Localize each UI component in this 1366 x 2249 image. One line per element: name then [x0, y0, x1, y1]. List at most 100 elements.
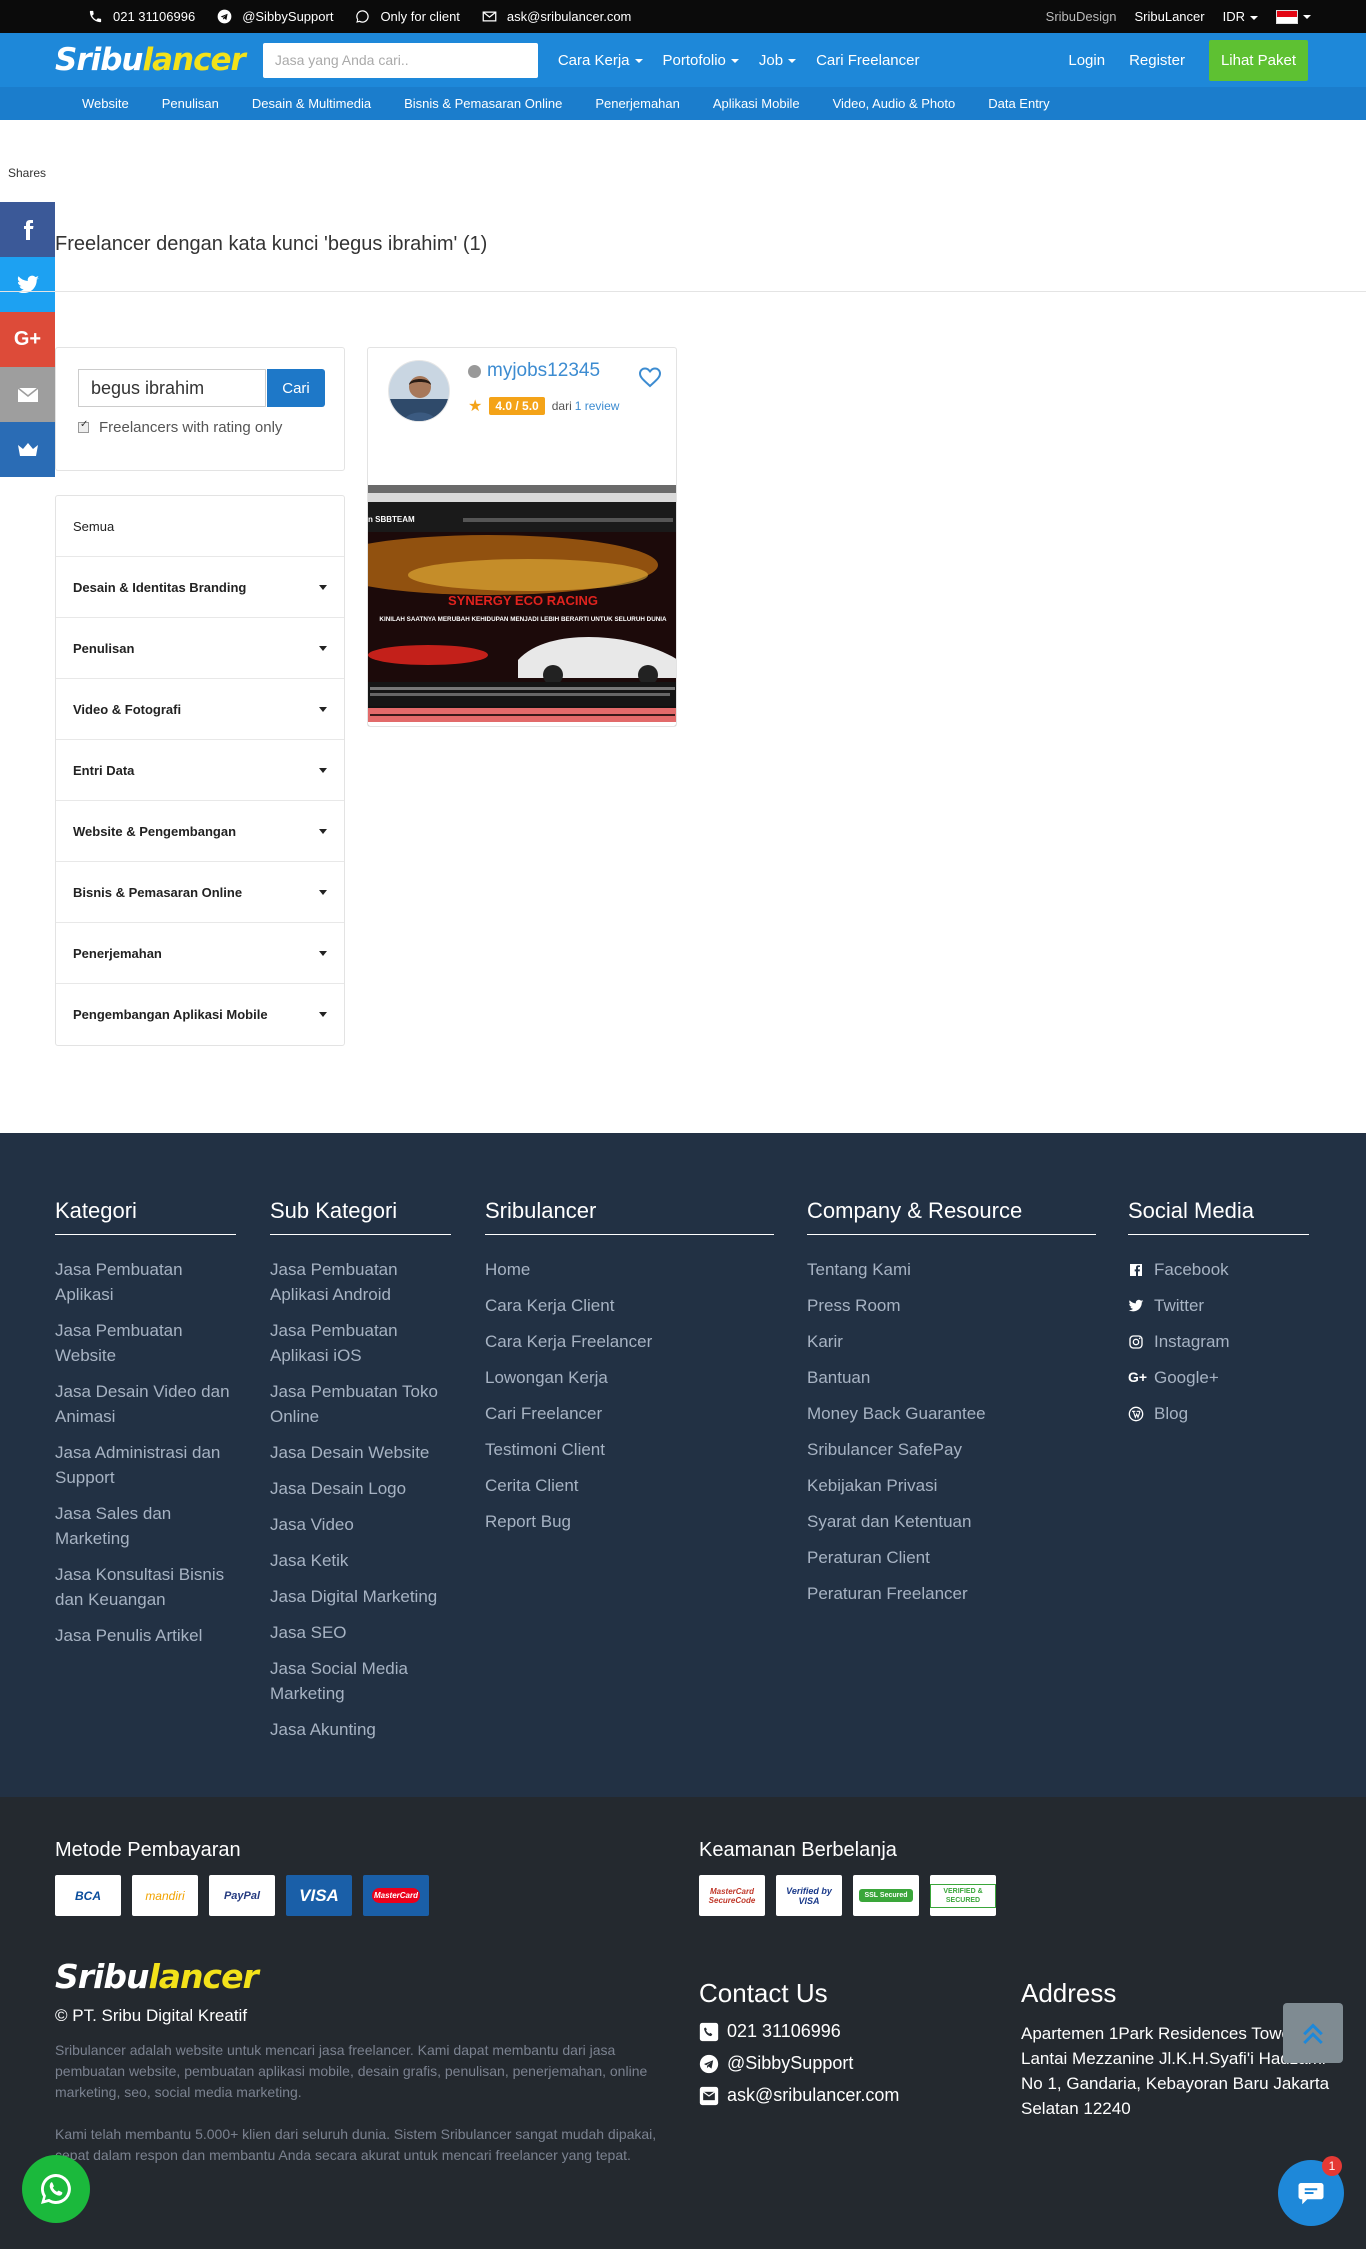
sribulancer-logo[interactable]: Sribulancer [55, 42, 246, 78]
footer-link[interactable]: Jasa Desain Website [270, 1440, 451, 1465]
footer-link[interactable]: Jasa Pembuatan Aplikasi iOS [270, 1318, 451, 1368]
footer-link[interactable]: Jasa Digital Marketing [270, 1584, 451, 1609]
language-dropdown[interactable] [1276, 9, 1311, 25]
sribudesign-link[interactable]: SribuDesign [1046, 9, 1117, 24]
rating-only-checkbox[interactable]: Freelancers with rating only [78, 419, 322, 436]
freelancer-username[interactable]: myjobs12345 [468, 360, 600, 382]
contact-email[interactable]: ask@sribulancer.com [699, 2085, 899, 2106]
subnav-penulisan[interactable]: Penulisan [162, 96, 219, 111]
footer-link[interactable]: Tentang Kami [807, 1257, 1096, 1282]
cari-button[interactable]: Cari [267, 369, 325, 407]
heart-icon[interactable] [638, 366, 662, 388]
category-aplikasi-mobile[interactable]: Pengembangan Aplikasi Mobile [56, 984, 344, 1045]
search-input[interactable] [262, 42, 538, 78]
contact-phone[interactable]: 021 31106996 [699, 2021, 899, 2042]
footer-link[interactable]: Kebijakan Privasi [807, 1473, 1096, 1498]
footer-link[interactable]: Cari Freelancer [485, 1401, 774, 1426]
footer-link[interactable]: Jasa Video [270, 1512, 451, 1537]
category-bisnis[interactable]: Bisnis & Pemasaran Online [56, 862, 344, 923]
footer-link[interactable]: Jasa Konsultasi Bisnis dan Keuangan [55, 1562, 236, 1612]
subnav-aplikasi-mobile[interactable]: Aplikasi Mobile [713, 96, 800, 111]
footer-link[interactable]: Jasa Pembuatan Website [55, 1318, 236, 1368]
footer-link[interactable]: Syarat dan Ketentuan [807, 1509, 1096, 1534]
review-link[interactable]: 1 review [575, 399, 620, 413]
footer-link[interactable]: Jasa Akunting [270, 1717, 451, 1742]
footer-link[interactable]: Jasa Pembuatan Aplikasi Android [270, 1257, 451, 1307]
back-to-top-button[interactable] [1283, 2003, 1343, 2063]
footer-link[interactable]: Peraturan Client [807, 1545, 1096, 1570]
subnav-bisnis-pemasaran[interactable]: Bisnis & Pemasaran Online [404, 96, 562, 111]
footer-link[interactable]: Cara Kerja Client [485, 1293, 774, 1318]
footer-link[interactable]: Testimoni Client [485, 1437, 774, 1462]
share-crown-button[interactable] [0, 422, 55, 477]
footer-link[interactable]: Sribulancer SafePay [807, 1437, 1096, 1462]
footer-link[interactable]: Press Room [807, 1293, 1096, 1318]
login-link[interactable]: Login [1068, 52, 1105, 69]
footer-link[interactable]: Jasa Ketik [270, 1548, 451, 1573]
share-twitter-button[interactable] [0, 257, 55, 312]
category-semua[interactable]: Semua [56, 496, 344, 557]
share-facebook-button[interactable] [0, 202, 55, 257]
subnav-penerjemahan[interactable]: Penerjemahan [595, 96, 680, 111]
social-twitter[interactable]: Twitter [1128, 1293, 1309, 1318]
share-google-button[interactable]: G+ [0, 312, 55, 367]
footer-link[interactable]: Karir [807, 1329, 1096, 1354]
footer-link[interactable]: Peraturan Freelancer [807, 1581, 1096, 1606]
footer-link[interactable]: Cerita Client [485, 1473, 774, 1498]
footer-link[interactable]: Jasa Pembuatan Toko Online [270, 1379, 451, 1429]
footer-link[interactable]: Report Bug [485, 1509, 774, 1534]
category-penerjemahan[interactable]: Penerjemahan [56, 923, 344, 984]
nav-cara-kerja[interactable]: Cara Kerja [558, 52, 643, 69]
footer-link[interactable]: Money Back Guarantee [807, 1401, 1096, 1426]
category-penulisan[interactable]: Penulisan [56, 618, 344, 679]
footer-link[interactable]: Cara Kerja Freelancer [485, 1329, 774, 1354]
topbar-email[interactable]: ask@sribulancer.com [482, 9, 631, 24]
social-instagram[interactable]: Instagram [1128, 1329, 1309, 1354]
topbar-phone[interactable]: 021 31106996 [88, 9, 195, 24]
lihat-paket-button[interactable]: Lihat Paket [1208, 39, 1308, 81]
portfolio-thumbnail[interactable]: n SBBTEAM SYNERGY ECO RACING KINILAH SAA… [368, 485, 677, 727]
footer-link[interactable]: Jasa Penulis Artikel [55, 1623, 236, 1648]
freelancer-card[interactable]: myjobs12345 ★ 4.0 / 5.0 dari 1 review n … [367, 347, 677, 727]
register-link[interactable]: Register [1129, 52, 1185, 69]
nav-job[interactable]: Job [759, 52, 797, 69]
avatar[interactable] [388, 360, 450, 422]
social-blog[interactable]: Blog [1128, 1401, 1309, 1426]
mandiri-logo: mandiri [132, 1875, 198, 1916]
category-desain-branding[interactable]: Desain & Identitas Branding [56, 557, 344, 618]
social-facebook[interactable]: Facebook [1128, 1257, 1309, 1282]
nav-cari-freelancer[interactable]: Cari Freelancer [816, 52, 919, 69]
nav-portofolio[interactable]: Portofolio [663, 52, 739, 69]
subnav-data-entry[interactable]: Data Entry [988, 96, 1049, 111]
category-entri-data[interactable]: Entri Data [56, 740, 344, 801]
footer-logo[interactable]: Sribulancer [55, 1957, 259, 1996]
live-chat-button[interactable]: 1 [1278, 2156, 1344, 2226]
footer-link[interactable]: Home [485, 1257, 774, 1282]
footer-link[interactable]: Bantuan [807, 1365, 1096, 1390]
category-website[interactable]: Website & Pengembangan [56, 801, 344, 862]
subnav-website[interactable]: Website [82, 96, 129, 111]
logo-part-b: lancer [148, 1957, 258, 1996]
google-plus-icon: G+ [1128, 1369, 1148, 1385]
subnav-desain-multimedia[interactable]: Desain & Multimedia [252, 96, 371, 111]
whatsapp-chat-button[interactable] [22, 2155, 90, 2223]
footer-link[interactable]: Jasa Desain Logo [270, 1476, 451, 1501]
topbar-whatsapp[interactable]: Only for client [355, 9, 460, 24]
footer-link[interactable]: Jasa SEO [270, 1620, 451, 1645]
category-video-fotografi[interactable]: Video & Fotografi [56, 679, 344, 740]
share-email-button[interactable] [0, 367, 55, 422]
sribulancer-link[interactable]: SribuLancer [1135, 9, 1205, 24]
footer-link[interactable]: Jasa Sales dan Marketing [55, 1501, 236, 1551]
footer-link[interactable]: Jasa Desain Video dan Animasi [55, 1379, 236, 1429]
social-google-plus[interactable]: G+ Google+ [1128, 1365, 1309, 1390]
subnav-video-audio-photo[interactable]: Video, Audio & Photo [833, 96, 956, 111]
footer-link[interactable]: Lowongan Kerja [485, 1365, 774, 1390]
footer-link[interactable]: Jasa Social Media Marketing [270, 1656, 451, 1706]
keyword-input[interactable] [78, 369, 266, 407]
thumbnail-heading: SYNERGY ECO RACING [448, 593, 598, 608]
topbar-telegram[interactable]: @SibbySupport [217, 9, 333, 24]
contact-telegram[interactable]: @SibbySupport [699, 2053, 899, 2074]
footer-link[interactable]: Jasa Administrasi dan Support [55, 1440, 236, 1490]
footer-link[interactable]: Jasa Pembuatan Aplikasi [55, 1257, 236, 1307]
currency-dropdown[interactable]: IDR [1223, 9, 1258, 24]
